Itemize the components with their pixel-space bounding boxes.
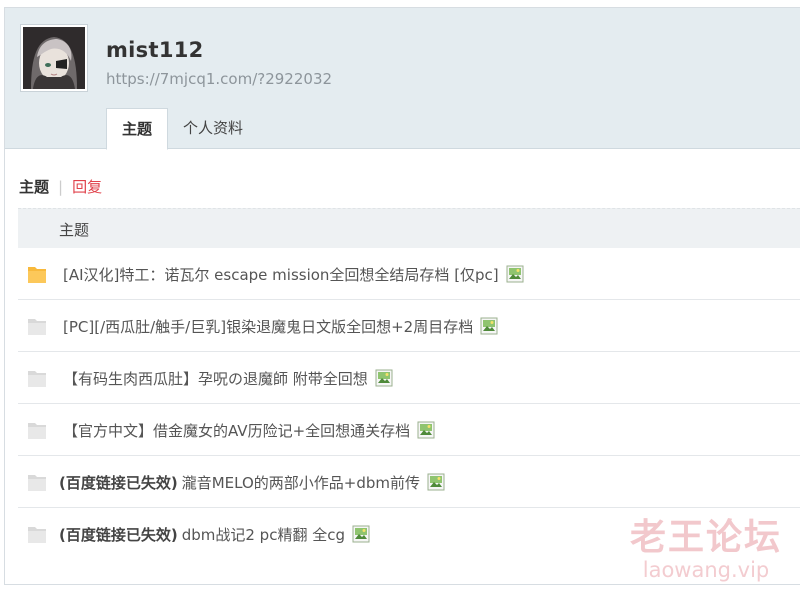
subnav-separator: | xyxy=(58,177,64,196)
table-row: 【有码生肉西瓜肚】孕呪の退魔師 附带全回想 xyxy=(18,352,800,404)
image-attachment-icon xyxy=(506,265,524,283)
sub-navigation: 主题 | 回复 xyxy=(19,176,102,197)
table-row: [PC][/西瓜肚/触手/巨乳]银染退魔鬼日文版全回想+2周目存档 xyxy=(18,300,800,352)
watermark-cn: 老王论坛 xyxy=(629,517,782,558)
site-watermark: 老王论坛 laowang.vip xyxy=(630,508,782,582)
table-row: [AI汉化]特工：诺瓦尔 escape mission全回想全结局存档 [仅pc… xyxy=(18,248,800,300)
image-attachment-icon xyxy=(480,317,498,335)
image-attachment-icon xyxy=(375,369,393,387)
folder-icon xyxy=(28,475,46,491)
topic-title-link[interactable]: [AI汉化]特工：诺瓦尔 escape mission全回想全结局存档 [仅pc… xyxy=(63,264,499,285)
folder-icon xyxy=(28,527,46,543)
watermark-en: laowang.vip xyxy=(642,558,770,582)
topic-title-link[interactable]: [PC][/西瓜肚/触手/巨乳]银染退魔鬼日文版全回想+2周目存档 xyxy=(63,316,473,337)
table-row: 【官方中文】借金魔女的AV历险记+全回想通关存档 xyxy=(18,404,800,456)
avatar[interactable] xyxy=(20,24,88,92)
row-status: (百度链接已失效) xyxy=(59,473,178,492)
tab-profile-info[interactable]: 个人资料 xyxy=(168,108,258,149)
image-attachment-icon xyxy=(417,421,435,439)
topic-title-link[interactable]: 【官方中文】借金魔女的AV历险记+全回想通关存档 xyxy=(63,420,410,441)
folder-icon xyxy=(28,371,46,387)
subnav-topics[interactable]: 主题 xyxy=(19,176,49,197)
topic-title-link[interactable]: dbm战记2 pc精翻 全cg xyxy=(182,524,345,545)
username: mist112 xyxy=(106,38,204,62)
row-status: (百度链接已失效) xyxy=(59,525,178,544)
folder-icon xyxy=(28,319,46,335)
tab-topics[interactable]: 主题 xyxy=(106,108,169,150)
avatar-portrait-icon xyxy=(23,27,85,89)
folder-icon xyxy=(28,423,46,439)
topic-title-link[interactable]: 【有码生肉西瓜肚】孕呪の退魔師 附带全回想 xyxy=(63,368,368,389)
profile-tabs: 主题 个人资料 xyxy=(106,108,258,150)
folder-hot-icon xyxy=(28,267,46,283)
profile-url[interactable]: https://7mjcq1.com/?2922032 xyxy=(106,70,332,88)
subnav-replies[interactable]: 回复 xyxy=(72,176,102,197)
image-attachment-icon xyxy=(427,473,445,491)
table-header-topic: 主题 xyxy=(59,221,90,239)
topic-title-link[interactable]: 瀧音MELO的两部小作品+dbm前传 xyxy=(182,472,420,493)
image-attachment-icon xyxy=(352,525,370,543)
table-row: (百度链接已失效) 瀧音MELO的两部小作品+dbm前传 xyxy=(18,456,800,508)
profile-frame: mist112 https://7mjcq1.com/?2922032 主题 个… xyxy=(4,7,800,585)
table-header: 主题 xyxy=(18,208,800,248)
profile-header: mist112 https://7mjcq1.com/?2922032 主题 个… xyxy=(5,8,800,150)
